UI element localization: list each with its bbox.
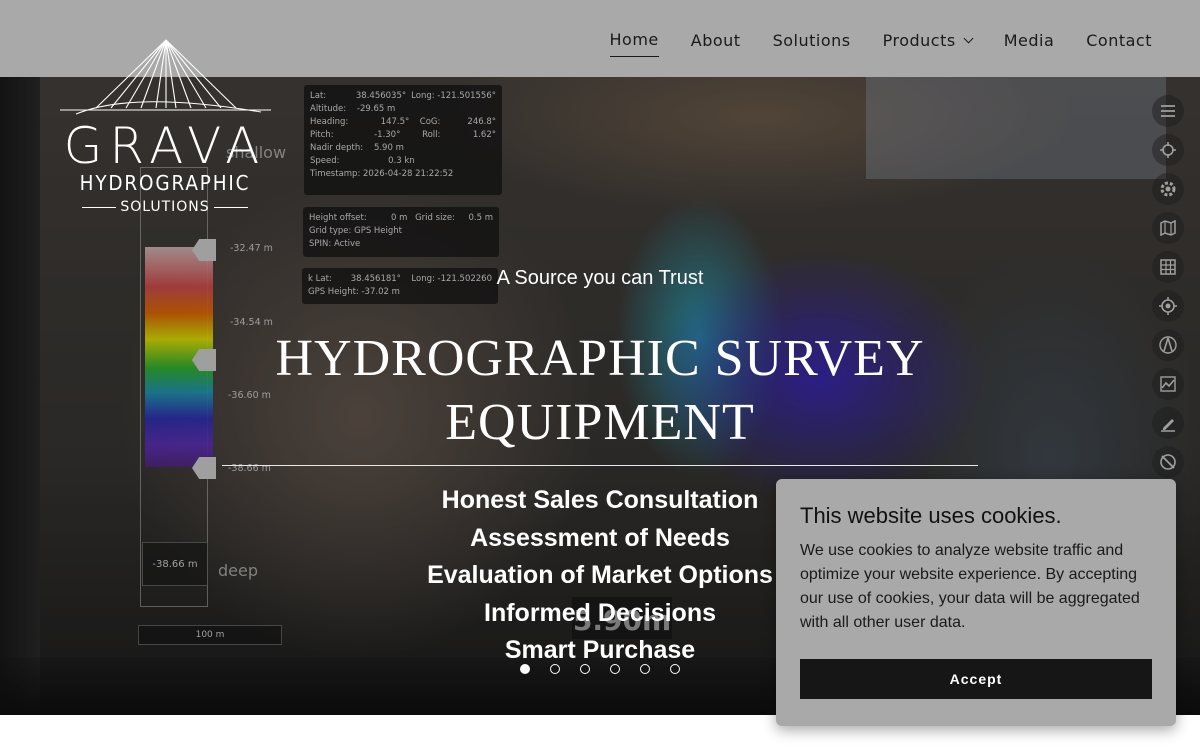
hero-tagline: A Source you can Trust: [496, 267, 704, 289]
nav-home[interactable]: Home: [609, 30, 659, 57]
slide-dot-5[interactable]: [640, 664, 650, 674]
chevron-down-icon: [963, 33, 974, 44]
nav-products[interactable]: Products: [883, 31, 974, 57]
cookie-text: We use cookies to analyze website traffi…: [800, 542, 1140, 631]
main-nav: Home About Solutions Products Media Cont…: [578, 30, 1152, 57]
nav-about[interactable]: About: [691, 31, 741, 57]
slide-dot-4[interactable]: [610, 664, 620, 674]
slide-dot-3[interactable]: [580, 664, 590, 674]
slider-pagination: [520, 664, 680, 674]
hero-title-line: HYDROGRAPHIC SURVEY: [275, 330, 925, 387]
hero-title-line: EQUIPMENT: [445, 394, 755, 451]
nav-solutions[interactable]: Solutions: [773, 31, 851, 57]
mountain-logo-icon: [60, 39, 271, 115]
nav-contact[interactable]: Contact: [1086, 31, 1152, 57]
nav-media[interactable]: Media: [1004, 31, 1055, 57]
cookie-title: This website uses cookies.: [800, 503, 1062, 528]
hero-divider: [222, 465, 978, 466]
page: Home About Solutions Products Media Cont…: [0, 0, 1200, 750]
site-logo[interactable]: GRAVA HYDROGRAPHIC SOLUTIONS: [56, 38, 276, 218]
logo-title: GRAVA: [63, 117, 267, 175]
cookie-banner: This website uses cookies. We use cookie…: [776, 479, 1176, 726]
slide-dot-1[interactable]: [520, 664, 530, 674]
hero-title: HYDROGRAPHIC SURVEY EQUIPMENT: [200, 327, 1000, 455]
slide-dot-6[interactable]: [670, 664, 680, 674]
logo-subtitle: HYDROGRAPHIC: [79, 171, 251, 195]
logo-divider: [214, 207, 248, 208]
accept-cookies-button[interactable]: Accept: [800, 659, 1152, 699]
slide-dot-2[interactable]: [550, 664, 560, 674]
